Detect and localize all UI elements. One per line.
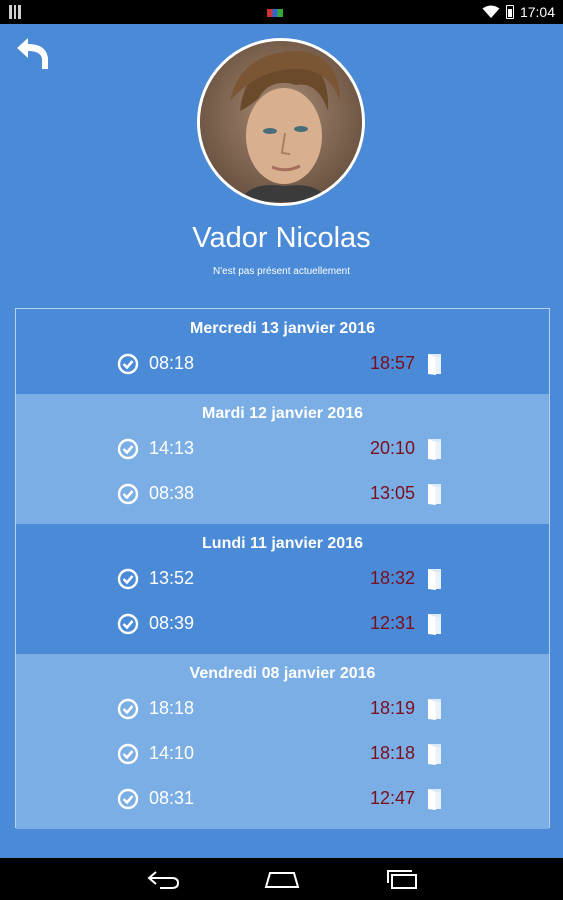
avatar [197, 38, 365, 206]
time-in: 18:18 [149, 698, 195, 718]
day-header: Vendredi 08 janvier 2016 [189, 665, 376, 682]
check-circle-icon [117, 353, 139, 375]
time-in: 08:31 [149, 788, 195, 808]
battery-icon [505, 5, 514, 19]
time-in: 14:13 [149, 438, 195, 458]
attendance-entry: 14:10 18:18 [16, 739, 549, 784]
time-in: 08:18 [149, 353, 195, 373]
attendance-entry: 13:52 18:32 [16, 564, 549, 609]
door-icon [426, 567, 444, 591]
wifi-icon [482, 5, 500, 18]
day-group: Lundi 11 janvier 2016 13:52 18:32 08:39 12:3… [16, 524, 549, 654]
time-out: 20:10 [370, 438, 416, 458]
navigation-bar [0, 858, 563, 900]
day-header: Mardi 12 janvier 2016 [202, 405, 363, 422]
attendance-history: Mercredi 13 janvier 2016 08:18 18:57 Mardi … [15, 308, 550, 829]
attendance-entry: 08:38 13:05 [16, 479, 549, 524]
check-circle-icon [117, 438, 139, 460]
day-header: Lundi 11 janvier 2016 [202, 535, 363, 552]
back-button[interactable] [14, 36, 54, 72]
check-circle-icon [117, 743, 139, 765]
day-group: Vendredi 08 janvier 2016 18:18 18:19 14:10 1… [16, 654, 549, 829]
door-icon [426, 612, 444, 636]
time-out: 18:19 [370, 698, 416, 718]
door-icon [426, 697, 444, 721]
time-out: 18:18 [370, 743, 416, 763]
notification-icon [9, 5, 22, 19]
status-time: 17:04 [519, 4, 555, 20]
check-circle-icon [117, 788, 139, 810]
time-in: 08:39 [149, 613, 195, 633]
check-circle-icon [117, 483, 139, 505]
user-name: Vador Nicolas [192, 222, 371, 254]
time-out: 13:05 [370, 483, 416, 503]
check-circle-icon [117, 613, 139, 635]
time-out: 12:47 [370, 788, 416, 808]
nav-back-icon[interactable] [146, 869, 180, 889]
door-icon [426, 482, 444, 506]
nav-home-icon[interactable] [264, 869, 300, 889]
door-icon [426, 787, 444, 811]
status-right: 17:04 [482, 3, 555, 21]
time-in: 08:38 [149, 483, 195, 503]
time-out: 18:57 [370, 353, 416, 373]
door-icon [426, 742, 444, 766]
nav-recents-icon[interactable] [385, 869, 419, 889]
door-icon [426, 352, 444, 376]
day-group: Mercredi 13 janvier 2016 08:18 18:57 [16, 309, 549, 394]
check-circle-icon [117, 568, 139, 590]
attendance-entry: 14:13 20:10 [16, 434, 549, 479]
day-header: Mercredi 13 janvier 2016 [189, 320, 375, 337]
presence-status: N'est pas présent actuellement [213, 266, 350, 277]
attendance-entry: 08:31 12:47 [16, 784, 549, 829]
check-circle-icon [117, 698, 139, 720]
attendance-entry: 18:18 18:19 [16, 694, 549, 739]
attendance-entry: 08:39 12:31 [16, 609, 549, 654]
status-bar: 17:04 [0, 0, 563, 24]
day-group: Mardi 12 janvier 2016 14:13 20:10 08:38 13:0… [16, 394, 549, 524]
time-out: 18:32 [370, 568, 416, 588]
back-arrow-icon [17, 38, 48, 69]
attendance-entry: 08:18 18:57 [16, 349, 549, 394]
time-out: 12:31 [370, 613, 416, 633]
time-in: 14:10 [149, 743, 195, 763]
door-icon [426, 437, 444, 461]
app-notification-icon [267, 9, 283, 17]
time-in: 13:52 [149, 568, 195, 588]
